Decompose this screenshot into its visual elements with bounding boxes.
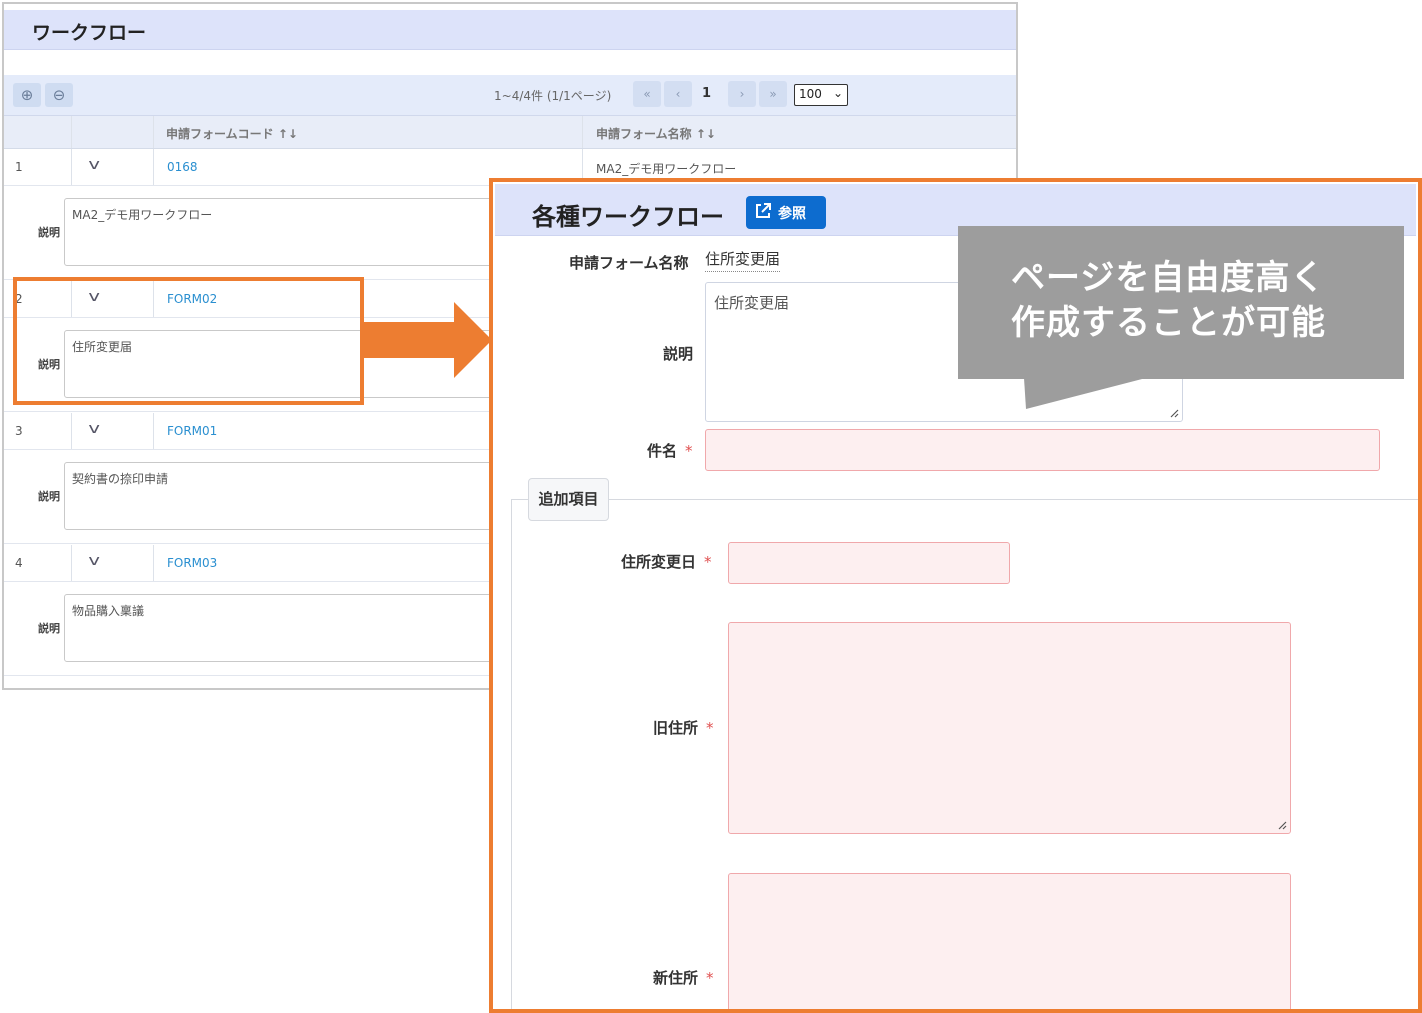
- description-label: 説明: [38, 490, 60, 503]
- external-link-icon: [756, 203, 771, 218]
- page-size-select[interactable]: 100 ⌄: [794, 84, 848, 106]
- old-address-label: 旧住所 *: [653, 719, 714, 737]
- table-header: 申請フォームコード ↑↓ 申請フォーム名称 ↑↓: [4, 116, 1016, 149]
- new-address-label: 新住所 *: [653, 969, 714, 987]
- required-mark: *: [704, 553, 712, 571]
- required-mark: *: [706, 969, 714, 987]
- list-toolbar: ⊕ ⊖ 1~4/4件 (1/1ページ) « ‹ 1 › » 100 ⌄: [4, 75, 1016, 116]
- page-size-value: 100: [799, 87, 822, 101]
- current-page[interactable]: 1: [702, 86, 711, 101]
- column-header-name[interactable]: 申請フォーム名称 ↑↓: [596, 125, 716, 142]
- chevron-down-icon[interactable]: v: [88, 553, 100, 569]
- right-arrow-icon: [362, 302, 492, 378]
- resize-grip-icon[interactable]: [1169, 408, 1179, 418]
- form-name-value: 住所変更届: [705, 248, 781, 272]
- pagination-info: 1~4/4件 (1/1ページ): [494, 89, 612, 103]
- last-page-button[interactable]: »: [759, 81, 787, 107]
- callout-tail: [1024, 378, 1146, 409]
- column-header-code[interactable]: 申請フォームコード ↑↓: [166, 125, 298, 142]
- change-date-input[interactable]: [728, 542, 1010, 584]
- description-label: 説明: [663, 345, 694, 363]
- form-code-link[interactable]: 0168: [167, 160, 198, 174]
- form-code-link[interactable]: FORM03: [167, 556, 217, 570]
- form-title: 各種ワークフロー: [532, 203, 724, 231]
- row-number: 1: [15, 160, 23, 174]
- change-date-label: 住所変更日 *: [621, 553, 712, 571]
- callout-line-1: ページを自由度高く: [1011, 258, 1326, 298]
- chevron-down-icon: ⌄: [832, 86, 843, 100]
- new-address-textarea[interactable]: [728, 873, 1291, 1009]
- form-name-label: 申請フォーム名称: [569, 254, 689, 272]
- chevron-down-icon[interactable]: v: [88, 157, 100, 173]
- subject-label: 件名 *: [647, 442, 693, 460]
- callout-bubble: ページを自由度高く 作成することが可能: [958, 226, 1404, 379]
- required-mark: *: [685, 442, 693, 460]
- highlight-frame: [13, 277, 364, 405]
- callout-line-2: 作成することが可能: [1011, 303, 1326, 343]
- prev-page-button[interactable]: ‹: [664, 81, 692, 107]
- row-number: 4: [15, 556, 23, 570]
- required-mark: *: [706, 719, 714, 737]
- reference-button-label: 参照: [778, 206, 806, 222]
- first-page-button[interactable]: «: [633, 81, 661, 107]
- old-address-textarea[interactable]: [728, 622, 1291, 834]
- section-title-additional: 追加項目: [528, 478, 609, 521]
- chevron-down-icon[interactable]: v: [88, 421, 100, 437]
- description-text: 住所変更届: [714, 294, 790, 312]
- description-label: 説明: [38, 226, 60, 239]
- reference-button[interactable]: 参照: [746, 196, 826, 229]
- expand-all-icon[interactable]: ⊕: [13, 83, 41, 107]
- form-code-link[interactable]: FORM01: [167, 424, 217, 438]
- form-name: MA2_デモ用ワークフロー: [596, 162, 737, 176]
- next-page-button[interactable]: ›: [728, 81, 756, 107]
- page-title: ワークフロー: [4, 10, 1016, 50]
- resize-grip-icon[interactable]: [1277, 820, 1287, 830]
- collapse-all-icon[interactable]: ⊖: [45, 83, 73, 107]
- description-label: 説明: [38, 622, 60, 635]
- subject-input[interactable]: [705, 429, 1380, 471]
- row-number: 3: [15, 424, 23, 438]
